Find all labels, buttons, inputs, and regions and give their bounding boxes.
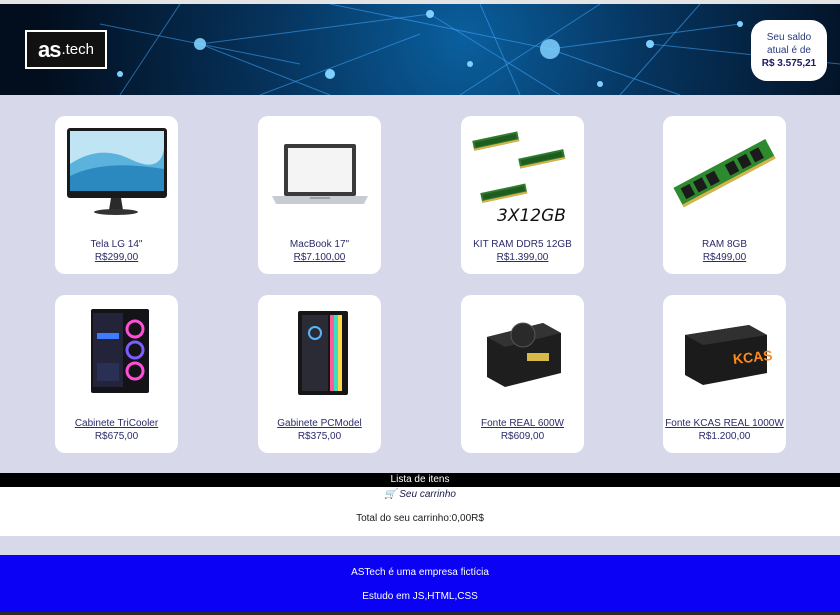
footer-line2: Estudo em JS,HTML,CSS — [362, 591, 478, 602]
network-background — [99, 4, 840, 95]
header-banner: as .tech Seu saldo atual é de R$ 3.575,21 — [0, 4, 840, 95]
logo-tech: .tech — [61, 41, 94, 58]
balance-line2: atual é de — [767, 45, 811, 56]
product-name: RAM 8GB — [701, 239, 747, 250]
product-card-monitor[interactable]: Tela LG 14" R$299,00 — [55, 116, 178, 274]
product-name: KIT RAM DDR5 12GB — [473, 239, 572, 250]
product-card-fonte-kcas-1000w[interactable]: KCAS Fonte KCAS REAL 1000W R$1.200,00 — [663, 295, 786, 453]
cart-heading: 🛒 Seu carrinho — [0, 489, 840, 500]
cart-icon: 🛒 — [384, 489, 397, 500]
product-card-ram-kit[interactable]: 3X12GB KIT RAM DDR5 12GB R$1.399,00 — [461, 116, 584, 274]
balance-line1: Seu saldo — [766, 32, 812, 43]
product-name[interactable]: Gabinete PCModel — [258, 418, 381, 429]
power-supply-icon — [487, 322, 561, 387]
product-price: R$675,00 — [94, 431, 139, 442]
product-price: R$1.200,00 — [698, 431, 751, 442]
logo-as: as — [37, 36, 62, 62]
product-price[interactable]: R$499,00 — [663, 252, 786, 263]
product-name[interactable]: Cabinete TriCooler — [55, 418, 178, 429]
product-name: MacBook 17" — [289, 239, 350, 250]
ram-kit-icon: 3X12GB — [472, 131, 566, 226]
product-card-pcmodel[interactable]: Gabinete PCModel R$375,00 — [258, 295, 381, 453]
cart-label: Seu carrinho — [399, 489, 456, 500]
product-card-ram-8gb[interactable]: RAM 8GB R$499,00 — [663, 116, 786, 274]
product-price[interactable]: R$1.399,00 — [461, 252, 584, 263]
product-price[interactable]: R$299,00 — [55, 252, 178, 263]
product-price: R$609,00 — [500, 431, 545, 442]
laptop-icon — [272, 144, 368, 204]
power-supply-icon: KCAS — [685, 325, 773, 385]
items-list-title: Lista de itens — [0, 473, 840, 487]
astech-logo[interactable]: as .tech — [25, 30, 107, 69]
product-price: R$375,00 — [297, 431, 342, 442]
kcas-label: KCAS — [732, 347, 773, 367]
pc-case-icon — [298, 311, 348, 395]
balance-amount: R$ 3.575,21 — [761, 58, 817, 69]
product-price[interactable]: R$7.100,00 — [258, 252, 381, 263]
ram-kit-label: 3X12GB — [497, 206, 566, 226]
product-name: Tela LG 14" — [90, 239, 143, 250]
monitor-icon — [67, 128, 167, 215]
product-name[interactable]: Fonte REAL 600W — [461, 418, 584, 429]
product-card-macbook[interactable]: MacBook 17" R$7.100,00 — [258, 116, 381, 274]
footer-line1: ASTech é uma empresa fictícia — [351, 567, 489, 578]
ram-stick-icon — [673, 138, 776, 208]
balance-badge: Seu saldo atual é de R$ 3.575,21 — [751, 20, 827, 81]
cart-total: Total do seu carrinho:0,00R$ — [356, 513, 484, 524]
cart-section: 🛒 Seu carrinho Total do seu carrinho:0,0… — [0, 487, 840, 536]
product-card-tricooler[interactable]: Cabinete TriCooler R$675,00 — [55, 295, 178, 453]
footer: ASTech é uma empresa fictícia Estudo em … — [0, 555, 840, 612]
product-card-fonte-600w[interactable]: Fonte REAL 600W R$609,00 — [461, 295, 584, 453]
product-name[interactable]: Fonte KCAS REAL 1000W — [663, 418, 786, 429]
pc-case-icon — [91, 309, 149, 393]
